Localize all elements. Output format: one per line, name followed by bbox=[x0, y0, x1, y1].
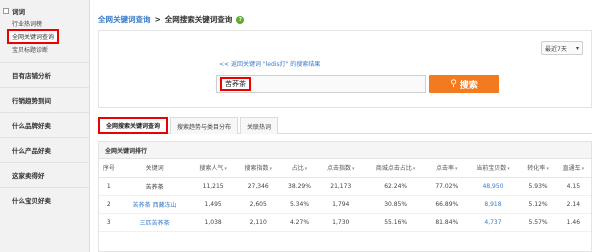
cell-ctr: 81.84% bbox=[428, 213, 466, 232]
table-row: 1 苦荞茶 11,215 27,346 38.29% 21,173 62.24%… bbox=[99, 177, 591, 196]
breadcrumb-link[interactable]: 全网关键词查询 bbox=[98, 14, 151, 25]
back-link[interactable]: << 返回关键词 "ledis灯" 的搜索结果 bbox=[219, 59, 320, 68]
cell-keyword[interactable]: 苦荞茶 bbox=[118, 177, 191, 196]
sidebar-section-products[interactable]: 什么产品好卖 bbox=[0, 137, 89, 162]
table-header-row: 序号 关键词 搜索人气▾ 搜索指数▾ 占比▾ 点击指数▾ 商城点击占比▾ 点击率… bbox=[99, 159, 591, 178]
breadcrumb: 全网关键词查询 > 全网搜索关键词查询 ? bbox=[98, 14, 245, 25]
sidebar-head-label: 词词 bbox=[12, 7, 25, 16]
cell-keyword[interactable]: 苦荞茶 西藏冻山 bbox=[118, 195, 191, 214]
cell-click-index: 1,794 bbox=[318, 195, 364, 214]
col-ztc[interactable]: 直通车▾ bbox=[555, 159, 591, 178]
cell-item-count[interactable]: 8,918 bbox=[465, 195, 521, 214]
sort-icon: ▾ bbox=[412, 166, 416, 173]
sidebar: 词词 行业热词榜 全网关键词查询 宝贝标题诊断 目有店铺分析 行销趋势到间 什么… bbox=[0, 0, 90, 252]
ranking-table-box: 全网关键词排行 序号 关键词 搜索人气▾ 搜索指数▾ 占比▾ 点击指数▾ 商城点… bbox=[98, 141, 592, 252]
cell-index: 1 bbox=[99, 177, 119, 196]
cell-conversion: 5.57% bbox=[520, 213, 556, 232]
sidebar-item-keyword-query[interactable]: 全网关键词查询 bbox=[0, 29, 89, 44]
sort-icon: ▾ bbox=[352, 166, 355, 173]
sort-icon: ▾ bbox=[224, 166, 227, 173]
col-share[interactable]: 占比▾ bbox=[280, 159, 319, 178]
col-conversion[interactable]: 转化率▾ bbox=[520, 159, 556, 178]
cell-share: 5.34% bbox=[280, 195, 319, 214]
cell-popularity: 1,038 bbox=[190, 213, 236, 232]
search-value: 苦荞茶 bbox=[220, 77, 251, 91]
page-title: 全网搜索关键词查询 bbox=[164, 15, 233, 24]
sort-icon: ▾ bbox=[304, 166, 308, 173]
cell-ctr: 66.89% bbox=[428, 195, 466, 214]
help-icon[interactable]: ? bbox=[236, 15, 245, 24]
table-row: 2 苦荞茶 西藏冻山 1,495 2,605 5.34% 1,794 30.85… bbox=[99, 195, 591, 214]
ranking-table: 序号 关键词 搜索人气▾ 搜索指数▾ 占比▾ 点击指数▾ 商城点击占比▾ 点击率… bbox=[99, 159, 591, 232]
col-click-index[interactable]: 点击指数▾ bbox=[318, 159, 364, 178]
period-select[interactable]: 最近7天 ▾ bbox=[541, 41, 583, 55]
cell-ztc: 2.14 bbox=[555, 195, 591, 214]
sidebar-section-sales-trend[interactable]: 行销趋势到间 bbox=[0, 87, 89, 112]
search-icon: ⚲ bbox=[450, 79, 457, 89]
tab-trend-category[interactable]: 搜索趋势与类目分布 bbox=[170, 117, 239, 134]
sidebar-item-title-diagnosis[interactable]: 宝贝标题诊断 bbox=[0, 43, 89, 56]
main-content: 全网关键词查询 > 全网搜索关键词查询 ? 最近7天 ▾ << 返回关键词 "l… bbox=[90, 0, 600, 252]
sidebar-section-items[interactable]: 什么宝贝好卖 bbox=[0, 187, 89, 212]
sidebar-section-brands[interactable]: 什么品牌好卖 bbox=[0, 112, 89, 137]
cell-ztc: 4.15 bbox=[555, 177, 591, 196]
search-input[interactable]: 苦荞茶 bbox=[216, 75, 426, 93]
col-item-count[interactable]: 当前宝贝数▾ bbox=[465, 159, 521, 178]
tab-bar: 全网搜索关键词查询 搜索趋势与类目分布 关联热词 bbox=[98, 117, 592, 134]
col-mall-click-share[interactable]: 商城点击占比▾ bbox=[363, 159, 429, 178]
cell-item-count[interactable]: 48,950 bbox=[465, 177, 521, 196]
sidebar-head[interactable]: 词词 bbox=[0, 0, 89, 17]
cell-mall-click-share: 55.16% bbox=[363, 213, 429, 232]
sidebar-section-shops[interactable]: 这家卖得好 bbox=[0, 162, 89, 187]
search-panel: 最近7天 ▾ << 返回关键词 "ledis灯" 的搜索结果 苦荞茶 ⚲ 搜索 bbox=[98, 30, 592, 108]
cell-item-count[interactable]: 4,737 bbox=[465, 213, 521, 232]
cell-mall-click-share: 30.85% bbox=[363, 195, 429, 214]
cell-search-index: 2,605 bbox=[235, 195, 281, 214]
col-index: 序号 bbox=[99, 159, 119, 178]
chevron-down-icon: ▾ bbox=[575, 44, 579, 52]
search-button[interactable]: ⚲ 搜索 bbox=[429, 75, 499, 93]
collapse-icon[interactable] bbox=[3, 7, 9, 14]
sort-icon: ▾ bbox=[455, 166, 458, 173]
cell-conversion: 5.12% bbox=[520, 195, 556, 214]
col-popularity[interactable]: 搜索人气▾ bbox=[190, 159, 236, 178]
cell-mall-click-share: 62.24% bbox=[363, 177, 429, 196]
sidebar-item-label: 行业热词榜 bbox=[12, 21, 43, 28]
sidebar-item-label: 宝贝标题诊断 bbox=[12, 47, 49, 54]
table-row: 3 三匹苦荞茶 1,038 2,110 4.27% 1,730 55.16% 8… bbox=[99, 213, 591, 232]
cell-click-index: 1,730 bbox=[318, 213, 364, 232]
col-search-index[interactable]: 搜索指数▾ bbox=[235, 159, 281, 178]
sidebar-item-label: 全网关键词查询 bbox=[7, 29, 60, 44]
search-button-label: 搜索 bbox=[459, 80, 478, 91]
sort-icon: ▾ bbox=[581, 166, 585, 173]
sort-icon: ▾ bbox=[546, 166, 549, 173]
period-value: 最近7天 bbox=[545, 45, 567, 53]
breadcrumb-separator: > bbox=[154, 15, 161, 24]
cell-search-index: 2,110 bbox=[235, 213, 281, 232]
table-title: 全网关键词排行 bbox=[99, 142, 591, 159]
cell-click-index: 21,173 bbox=[318, 177, 364, 196]
sidebar-section-shop-analysis[interactable]: 目有店铺分析 bbox=[0, 62, 89, 87]
col-keyword: 关键词 bbox=[118, 159, 191, 178]
cell-conversion: 5.93% bbox=[520, 177, 556, 196]
cell-popularity: 11,215 bbox=[190, 177, 236, 196]
cell-ztc: 1.46 bbox=[555, 213, 591, 232]
sort-icon: ▾ bbox=[507, 166, 510, 173]
sort-icon: ▾ bbox=[269, 166, 272, 173]
cell-search-index: 27,346 bbox=[235, 177, 281, 196]
cell-share: 4.27% bbox=[280, 213, 319, 232]
tab-related-words[interactable]: 关联热词 bbox=[240, 117, 279, 134]
cell-index: 3 bbox=[99, 213, 119, 232]
cell-share: 38.29% bbox=[280, 177, 319, 196]
tab-keyword-query[interactable]: 全网搜索关键词查询 bbox=[98, 117, 169, 134]
cell-index: 2 bbox=[99, 195, 119, 214]
cell-keyword[interactable]: 三匹苦荞茶 bbox=[118, 213, 191, 232]
cell-ctr: 77.02% bbox=[428, 177, 466, 196]
col-ctr[interactable]: 点击率▾ bbox=[428, 159, 466, 178]
cell-popularity: 1,495 bbox=[190, 195, 236, 214]
